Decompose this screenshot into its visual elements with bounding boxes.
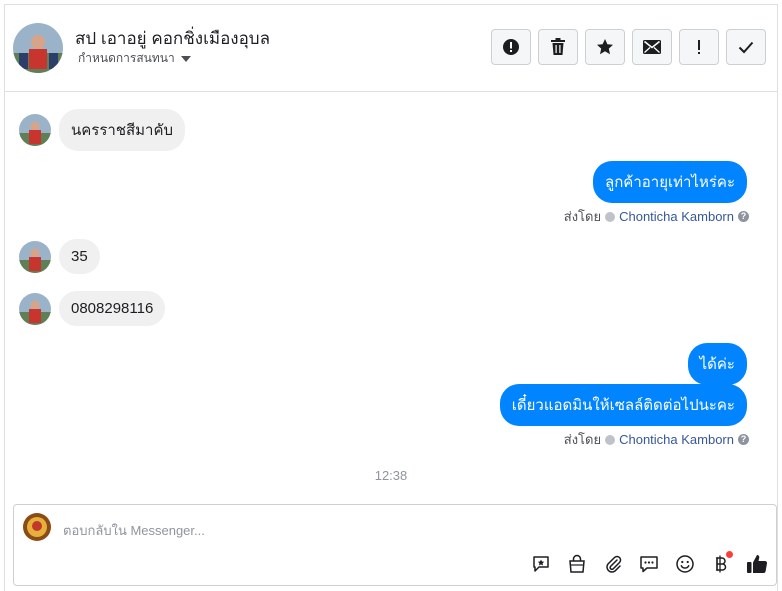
shop-button[interactable] bbox=[564, 551, 590, 577]
contact-avatar-small bbox=[19, 114, 51, 146]
conversation-header: สป เอาอยู่ คอกชิ่งเมืองอุบล กำหนดการสนทน… bbox=[5, 5, 777, 92]
sent-by-label: ส่งโดย bbox=[563, 432, 602, 447]
delete-button[interactable] bbox=[538, 29, 578, 65]
smiley-icon bbox=[676, 555, 694, 573]
saved-reply-button[interactable] bbox=[528, 551, 554, 577]
mail-icon bbox=[643, 40, 661, 54]
star-button[interactable] bbox=[585, 29, 625, 65]
caret-down-icon bbox=[180, 55, 191, 62]
message-list: นครราชสีมาคับ ลูกค้าอายุเท่าไหร่คะ ส่งโด… bbox=[5, 92, 777, 502]
timestamp: 12:38 bbox=[374, 468, 408, 483]
help-icon[interactable]: ? bbox=[738, 434, 749, 445]
star-icon bbox=[597, 39, 613, 55]
incoming-message: 0808298116 bbox=[59, 291, 166, 326]
verified-icon bbox=[605, 434, 616, 445]
reply-input[interactable]: ตอบกลับใน Messenger... bbox=[63, 520, 205, 541]
outgoing-message: ลูกค้าอายุเท่าไหร่คะ bbox=[593, 161, 747, 203]
sent-by-label: ส่งโดย bbox=[563, 209, 602, 224]
sender-name[interactable]: Chonticha Kamborn bbox=[619, 432, 734, 447]
saved-reply-icon bbox=[533, 556, 549, 572]
trash-icon bbox=[551, 38, 565, 55]
mark-unread-button[interactable] bbox=[632, 29, 672, 65]
chat-bubble-icon bbox=[640, 556, 658, 573]
sender-name[interactable]: Chonticha Kamborn bbox=[619, 209, 734, 224]
mark-done-button[interactable] bbox=[726, 29, 766, 65]
emoji-button[interactable] bbox=[672, 551, 698, 577]
paperclip-icon bbox=[606, 555, 622, 573]
quick-reply-button[interactable] bbox=[636, 551, 662, 577]
conversation-panel: สป เอาอยู่ คอกชิ่งเมืองอุบล กำหนดการสนทน… bbox=[4, 4, 778, 591]
incoming-message: นครราชสีมาคับ bbox=[59, 109, 186, 151]
mark-spam-button[interactable] bbox=[491, 29, 531, 65]
outgoing-message: เดี๋ยวแอดมินให้เซลล์ติดต่อไปนะคะ bbox=[499, 384, 747, 426]
alert-icon bbox=[503, 39, 519, 55]
reply-composer[interactable]: ตอบกลับใน Messenger... bbox=[13, 504, 777, 586]
message-row: 35 bbox=[19, 239, 100, 274]
conversation-options[interactable]: กำหนดการสนทนา bbox=[78, 49, 191, 68]
contact-avatar-small bbox=[19, 292, 51, 325]
contact-name: สป เอาอยู่ คอกชิ่งเมืองอุบล bbox=[75, 29, 271, 48]
sent-by-info: ส่งโดย Chonticha Kamborn ? bbox=[564, 206, 749, 227]
thumbs-up-icon bbox=[747, 555, 768, 573]
outgoing-message: ได้ค่ะ bbox=[687, 343, 747, 385]
verified-icon bbox=[605, 211, 616, 222]
contact-avatar[interactable] bbox=[13, 23, 63, 73]
message-row: นครราชสีมาคับ bbox=[19, 109, 186, 151]
shopping-bag-icon bbox=[569, 554, 585, 573]
composer-toolbar bbox=[528, 551, 770, 577]
like-button[interactable] bbox=[744, 551, 770, 577]
check-icon bbox=[738, 41, 754, 54]
incoming-message: 35 bbox=[59, 239, 100, 274]
sent-by-info: ส่งโดย Chonticha Kamborn ? bbox=[564, 429, 749, 450]
contact-avatar-small bbox=[19, 240, 51, 273]
conversation-options-label: กำหนดการสนทนา bbox=[78, 51, 175, 65]
exclamation-icon bbox=[698, 40, 700, 54]
message-row: 0808298116 bbox=[19, 291, 166, 326]
header-actions bbox=[491, 29, 766, 65]
follow-up-button[interactable] bbox=[679, 29, 719, 65]
notification-dot bbox=[726, 551, 733, 558]
attach-button[interactable] bbox=[600, 551, 626, 577]
help-icon[interactable]: ? bbox=[738, 211, 749, 222]
payment-button[interactable] bbox=[708, 551, 734, 577]
page-avatar bbox=[23, 513, 51, 541]
